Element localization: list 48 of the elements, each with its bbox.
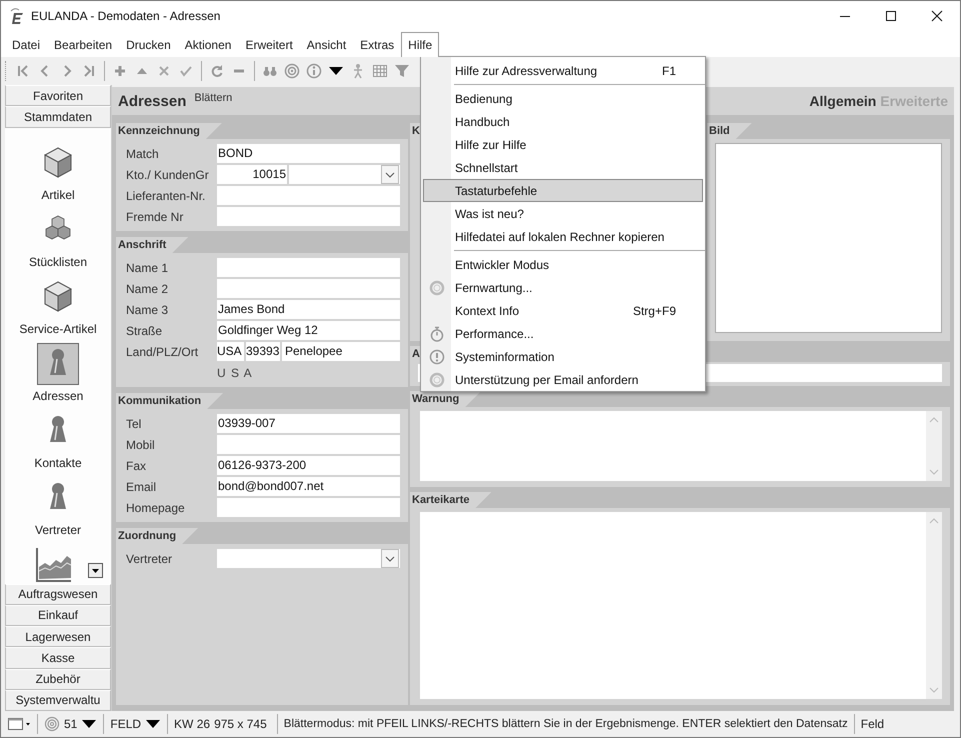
field-label: Feld xyxy=(860,717,884,731)
field-label: Land/PLZ/Ort xyxy=(125,344,200,358)
field-label: Tel xyxy=(125,416,142,430)
field-label: Email xyxy=(125,480,158,494)
menu-item-label: Handbuch xyxy=(455,114,511,128)
menu-item-label: Schnellstart xyxy=(455,160,519,174)
menu-item-label: Hilfe zur Hilfe xyxy=(455,138,528,152)
field-label: Vertreter xyxy=(125,552,174,566)
field-label: Name 3 xyxy=(125,302,170,316)
mode-label: Blättern xyxy=(194,92,232,104)
menu-item-label: Bedienung xyxy=(455,92,514,106)
field-label: Match xyxy=(125,146,160,160)
field-label: Fax xyxy=(125,458,148,472)
menu-item-label: Fernwartung... xyxy=(455,280,534,294)
shortcut-text: F1 xyxy=(660,64,676,78)
menu-item-label: Unterstützung per Email anfordern xyxy=(455,372,640,386)
menu-item-label: Hilfedatei auf lokalen Rechner kopieren xyxy=(455,230,666,244)
record-count: 51 xyxy=(64,717,78,731)
section-title: Kennzeichnung xyxy=(116,123,222,139)
menu-item-label: Was ist neu? xyxy=(455,206,525,220)
menu-item-label: Entwickler Modus xyxy=(455,258,550,272)
section-title: Anschrift xyxy=(116,237,188,253)
window-size-label: 975 x 745 xyxy=(214,717,267,731)
field-label: Homepage xyxy=(125,500,186,514)
menu-item-label: Performance... xyxy=(455,326,535,340)
section-title: Bild xyxy=(707,123,752,139)
menu-item-label: Kontext Info xyxy=(455,304,520,318)
menu-item-label: Hilfe zur Adressverwaltung xyxy=(455,64,598,78)
menu-item-label: Tastaturbefehle xyxy=(455,184,538,198)
section-title: Zuordnung xyxy=(116,528,198,544)
field-mode-label: FELD xyxy=(110,717,142,731)
field-label: Lieferanten-Nr. xyxy=(125,188,206,202)
field-label: Straße xyxy=(125,324,164,338)
week-label: KW 26 xyxy=(174,717,210,731)
field-label: Name 1 xyxy=(125,260,170,274)
field-label: Name 2 xyxy=(125,282,170,296)
section-title: Warnung xyxy=(410,391,482,407)
shortcut-text: Strg+F9 xyxy=(632,304,676,318)
section-title: Karteikarte xyxy=(410,492,492,508)
field-label: Fremde Nr xyxy=(125,210,184,224)
status-message: Blättermodus: mit PFEIL LINKS/-RECHTS blättern Sie in der Ergebnismenge. ENTER selektiert den Datensatz xyxy=(284,718,848,730)
country-text: U S A xyxy=(216,364,254,382)
field-label: Kto./ KundenGr xyxy=(125,168,210,182)
section-title: Kommunikation xyxy=(116,393,224,409)
field-label: Mobil xyxy=(125,438,156,452)
window-title: EULANDA - Demodaten - Adressen xyxy=(31,9,222,23)
page-title: Adressen xyxy=(118,92,186,110)
menu-item-label: Systeminformation xyxy=(455,350,556,364)
